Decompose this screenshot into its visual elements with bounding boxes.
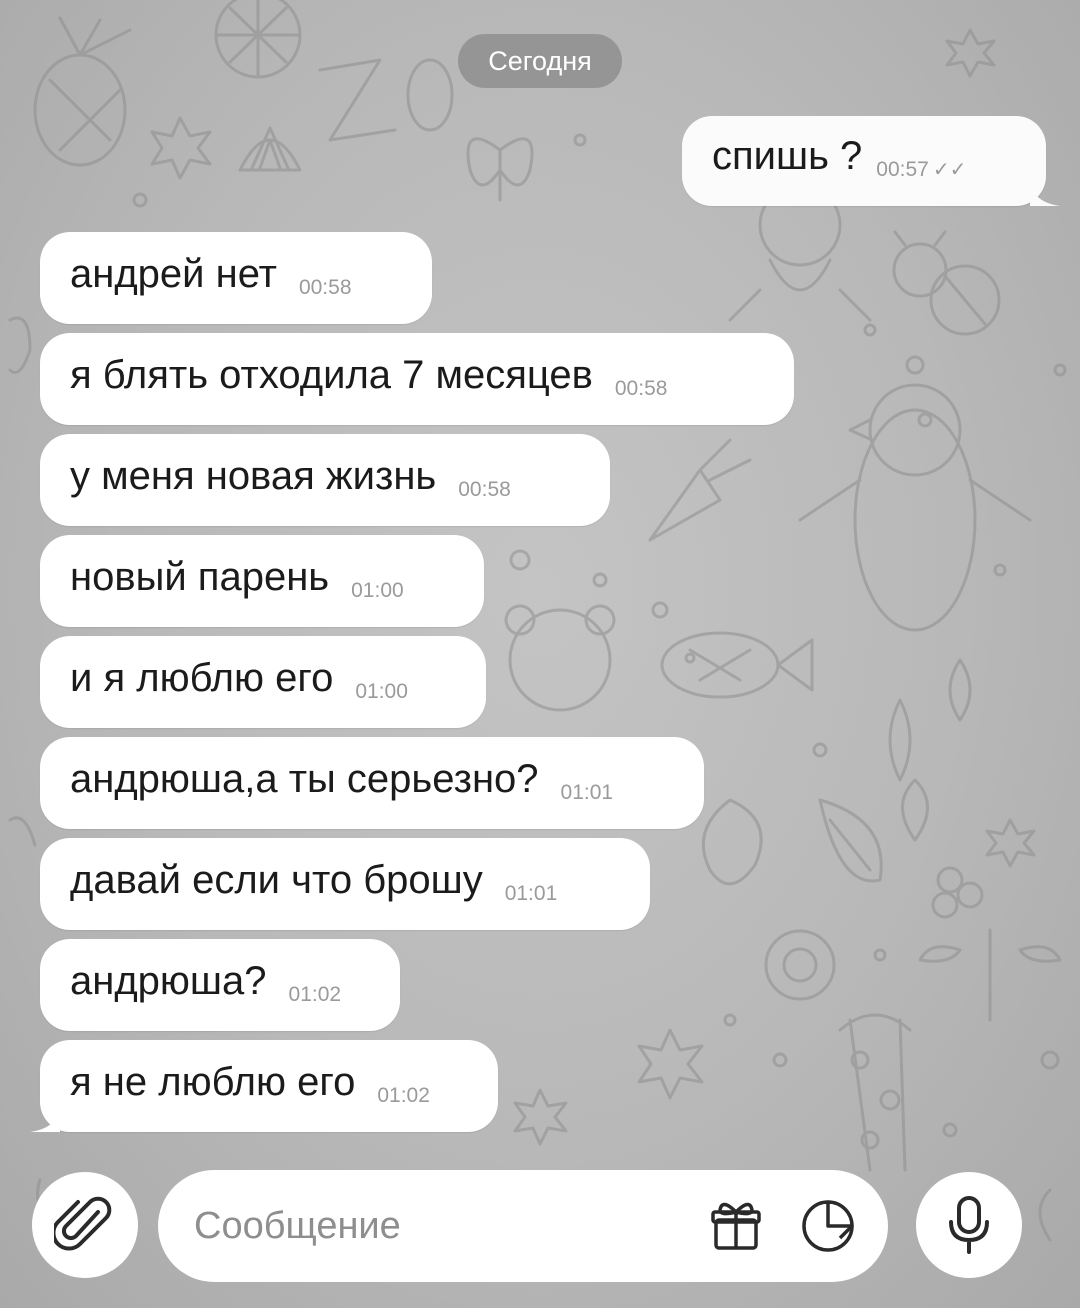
incoming-message[interactable]: у меня новая жизнь 00:58 [40,434,610,526]
sticker-icon[interactable] [798,1196,858,1256]
message-text: давай если что брошу [70,858,483,902]
gift-icon[interactable] [706,1196,766,1256]
message-time: 00:58 [458,478,511,501]
message-time: 00:58 [614,377,668,400]
incoming-message[interactable]: андрюша,а ты серьезно? 01:01 [40,737,704,829]
outgoing-message[interactable]: спишь ? 00:57 ✓✓ [682,116,1046,206]
incoming-message[interactable]: я блять отходила 7 месяцев 00:58 [40,333,794,425]
message-text: я не люблю его [70,1060,356,1104]
incoming-message[interactable]: андрей нет 00:58 [40,232,432,324]
message-time: 00:57 ✓✓ [876,157,966,206]
incoming-message[interactable]: я не люблю его 01:02 [40,1040,498,1132]
read-checkmarks-icon: ✓✓ [932,159,967,181]
microphone-icon [949,1196,989,1254]
message-time: 01:02 [377,1084,430,1107]
outgoing-bubble-tail [1030,180,1060,206]
message-text: я блять отходила 7 месяцев [70,353,593,397]
message-text: андрюша? [70,959,267,1003]
message-text: и я люблю его [70,656,334,700]
attach-button[interactable] [32,1172,138,1278]
message-text: новый парень [70,555,330,599]
message-text: андрюша,а ты серьезно? [70,757,539,801]
message-text: у меня новая жизнь [70,454,437,498]
voice-record-button[interactable] [916,1172,1022,1278]
message-time: 00:58 [298,276,352,299]
incoming-bubble-tail [30,1106,60,1132]
date-chip: Сегодня [458,34,622,88]
message-time-value: 00:57 [876,158,929,181]
message-text: андрей нет [70,252,277,296]
message-input-bar[interactable]: Сообщение [158,1170,888,1282]
message-text: спишь ? [712,134,863,178]
paperclip-icon [54,1196,112,1251]
message-input[interactable]: Сообщение [194,1170,401,1282]
incoming-message[interactable]: и я люблю его 01:00 [40,636,486,728]
incoming-message[interactable]: давай если что брошу 01:01 [40,838,650,930]
message-time: 01:01 [504,882,558,905]
message-time: 01:00 [351,579,404,602]
incoming-message[interactable]: новый парень 01:00 [40,535,484,627]
message-time: 01:02 [288,983,342,1006]
message-time: 01:01 [560,781,614,804]
message-time: 01:00 [355,680,408,703]
incoming-message[interactable]: андрюша? 01:02 [40,939,400,1031]
